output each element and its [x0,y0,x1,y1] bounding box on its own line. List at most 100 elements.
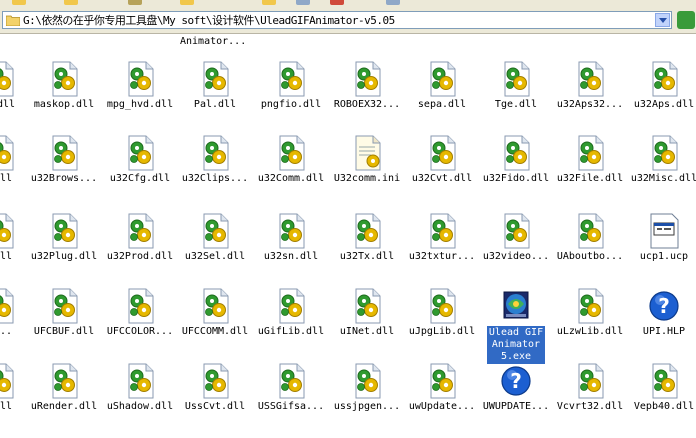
file-item[interactable]: sepa.dll [405,61,479,131]
file-item[interactable]: ? UWUPDATE... [479,363,553,433]
file-item[interactable]: Tge.dll [479,61,553,131]
dll-gear-icon [574,61,606,97]
help-file-icon: ? [648,288,680,324]
file-item[interactable]: uwUpdate... [405,363,479,433]
file-item[interactable]: uJpgLib.dll [405,288,479,358]
move-to-icon[interactable] [296,0,310,5]
file-item[interactable]: uGifLib.dll [254,288,328,358]
dll-gear-icon [124,213,156,249]
file-label: uGifLib.dll [257,326,325,337]
file-label: uRender.dll [30,401,98,412]
file-item[interactable]: u32Brows... [27,135,101,205]
dll-gear-icon [500,213,532,249]
dll-gear-icon [351,288,383,324]
file-item[interactable]: pngfio.dll [254,61,328,131]
views-icon[interactable] [386,0,400,5]
file-label: u32sn.dll [263,251,319,262]
file-item[interactable]: UFCCOLOR... [103,288,177,358]
file-item[interactable]: u32Prod.dll [103,213,177,283]
address-dropdown-button[interactable] [655,13,670,27]
dll-gear-icon [275,363,307,399]
file-item[interactable]: uShadow.dll [103,363,177,433]
go-button[interactable] [677,11,695,29]
file-item[interactable]: uLzwLib.dll [553,288,627,358]
dll-gear-icon [199,363,231,399]
file-item[interactable]: mpg_hvd.dll [103,61,177,131]
search-icon[interactable] [180,0,194,5]
file-item[interactable]: u32Aps.dll [627,61,696,131]
back-icon[interactable] [12,0,26,5]
dll-gear-icon [574,363,606,399]
file-label: u32Cfg.dll [109,173,171,184]
file-item[interactable]: u32Fido.dll [479,135,553,205]
file-item[interactable]: u32File.dll [553,135,627,205]
file-item[interactable]: u32Comm.dll [254,135,328,205]
dll-gear-icon [48,61,80,97]
file-item[interactable]: u32Sel.dll [178,213,252,283]
file-item[interactable]: uINet.dll [330,288,404,358]
file-item[interactable]: u32Cfg.dll [103,135,177,205]
dll-gear-icon [0,61,16,97]
file-item[interactable]: ? UPI.HLP [627,288,696,358]
file-item[interactable]: u32Misc.dll [627,135,696,205]
dll-gear-icon [574,288,606,324]
dll-gear-icon [426,61,458,97]
file-item[interactable]: ucp1.ucp [627,213,696,283]
up-folder-icon[interactable] [128,0,142,5]
dll-gear-icon [199,288,231,324]
svg-text:?: ? [510,369,522,393]
dll-gear-icon [124,288,156,324]
forward-icon[interactable] [64,0,78,5]
dll-gear-icon [648,61,680,97]
file-item[interactable]: u32txtur... [405,213,479,283]
ucp-file-icon [648,213,680,249]
file-item[interactable]: ROBOEX32... [330,61,404,131]
dll-gear-icon [199,213,231,249]
file-label: u32Comm.dll [257,173,325,184]
file-label: USSGifsa... [257,401,325,412]
file-label: u32Sel.dll [184,251,246,262]
delete-icon[interactable] [330,0,344,5]
dll-gear-icon [124,61,156,97]
file-item[interactable]: u32Clips... [178,135,252,205]
file-label: UAboutbo... [556,251,624,262]
file-item[interactable]: u32Cvt.dll [405,135,479,205]
svg-text:?: ? [658,294,670,318]
file-item[interactable]: uRender.dll [27,363,101,433]
dll-gear-icon [48,213,80,249]
file-item[interactable]: Pal.dll [178,61,252,131]
file-item[interactable]: u32video... [479,213,553,283]
file-item[interactable]: Vepb40.dll [627,363,696,433]
folders-icon[interactable] [262,0,276,5]
ini-file-icon [351,135,383,171]
dll-gear-icon [426,288,458,324]
file-list-view[interactable]: Animator... d.dll maskop.dll [0,34,696,438]
dll-gear-icon [48,363,80,399]
file-item[interactable]: UssCvt.dll [178,363,252,433]
file-label: u32txtur... [408,251,476,262]
file-label: Tge.dll [494,99,538,110]
file-item[interactable]: u32Tx.dll [330,213,404,283]
file-label: Vepb40.dll [633,401,695,412]
file-item[interactable]: Ulead GIF Animator 5.exe [479,288,553,364]
address-field[interactable]: G:\依然の在乎你专用工具盘\My soft\设计软件\UleadGIFAnim… [2,11,672,29]
file-label: UFCCOMM.dll [181,326,249,337]
file-label: pngfio.dll [260,99,322,110]
file-item[interactable]: u32Aps32... [553,61,627,131]
file-label: U32comm.ini [333,173,401,184]
file-label: u32Aps32... [556,99,624,110]
dll-gear-icon [199,135,231,171]
file-label: Pal.dll [193,99,237,110]
file-item[interactable]: u32Plug.dll [27,213,101,283]
file-item[interactable]: U32comm.ini [330,135,404,205]
file-item[interactable]: ussjpgen... [330,363,404,433]
file-item[interactable]: UAboutbo... [553,213,627,283]
file-item[interactable]: USSGifsa... [254,363,328,433]
file-item[interactable]: UFCCOMM.dll [178,288,252,358]
file-item[interactable]: u32sn.dll [254,213,328,283]
file-item[interactable]: Vcvrt32.dll [553,363,627,433]
file-item[interactable]: maskop.dll [27,61,101,131]
dll-gear-icon [500,61,532,97]
dll-gear-icon [351,213,383,249]
file-item[interactable]: UFCBUF.dll [27,288,101,358]
